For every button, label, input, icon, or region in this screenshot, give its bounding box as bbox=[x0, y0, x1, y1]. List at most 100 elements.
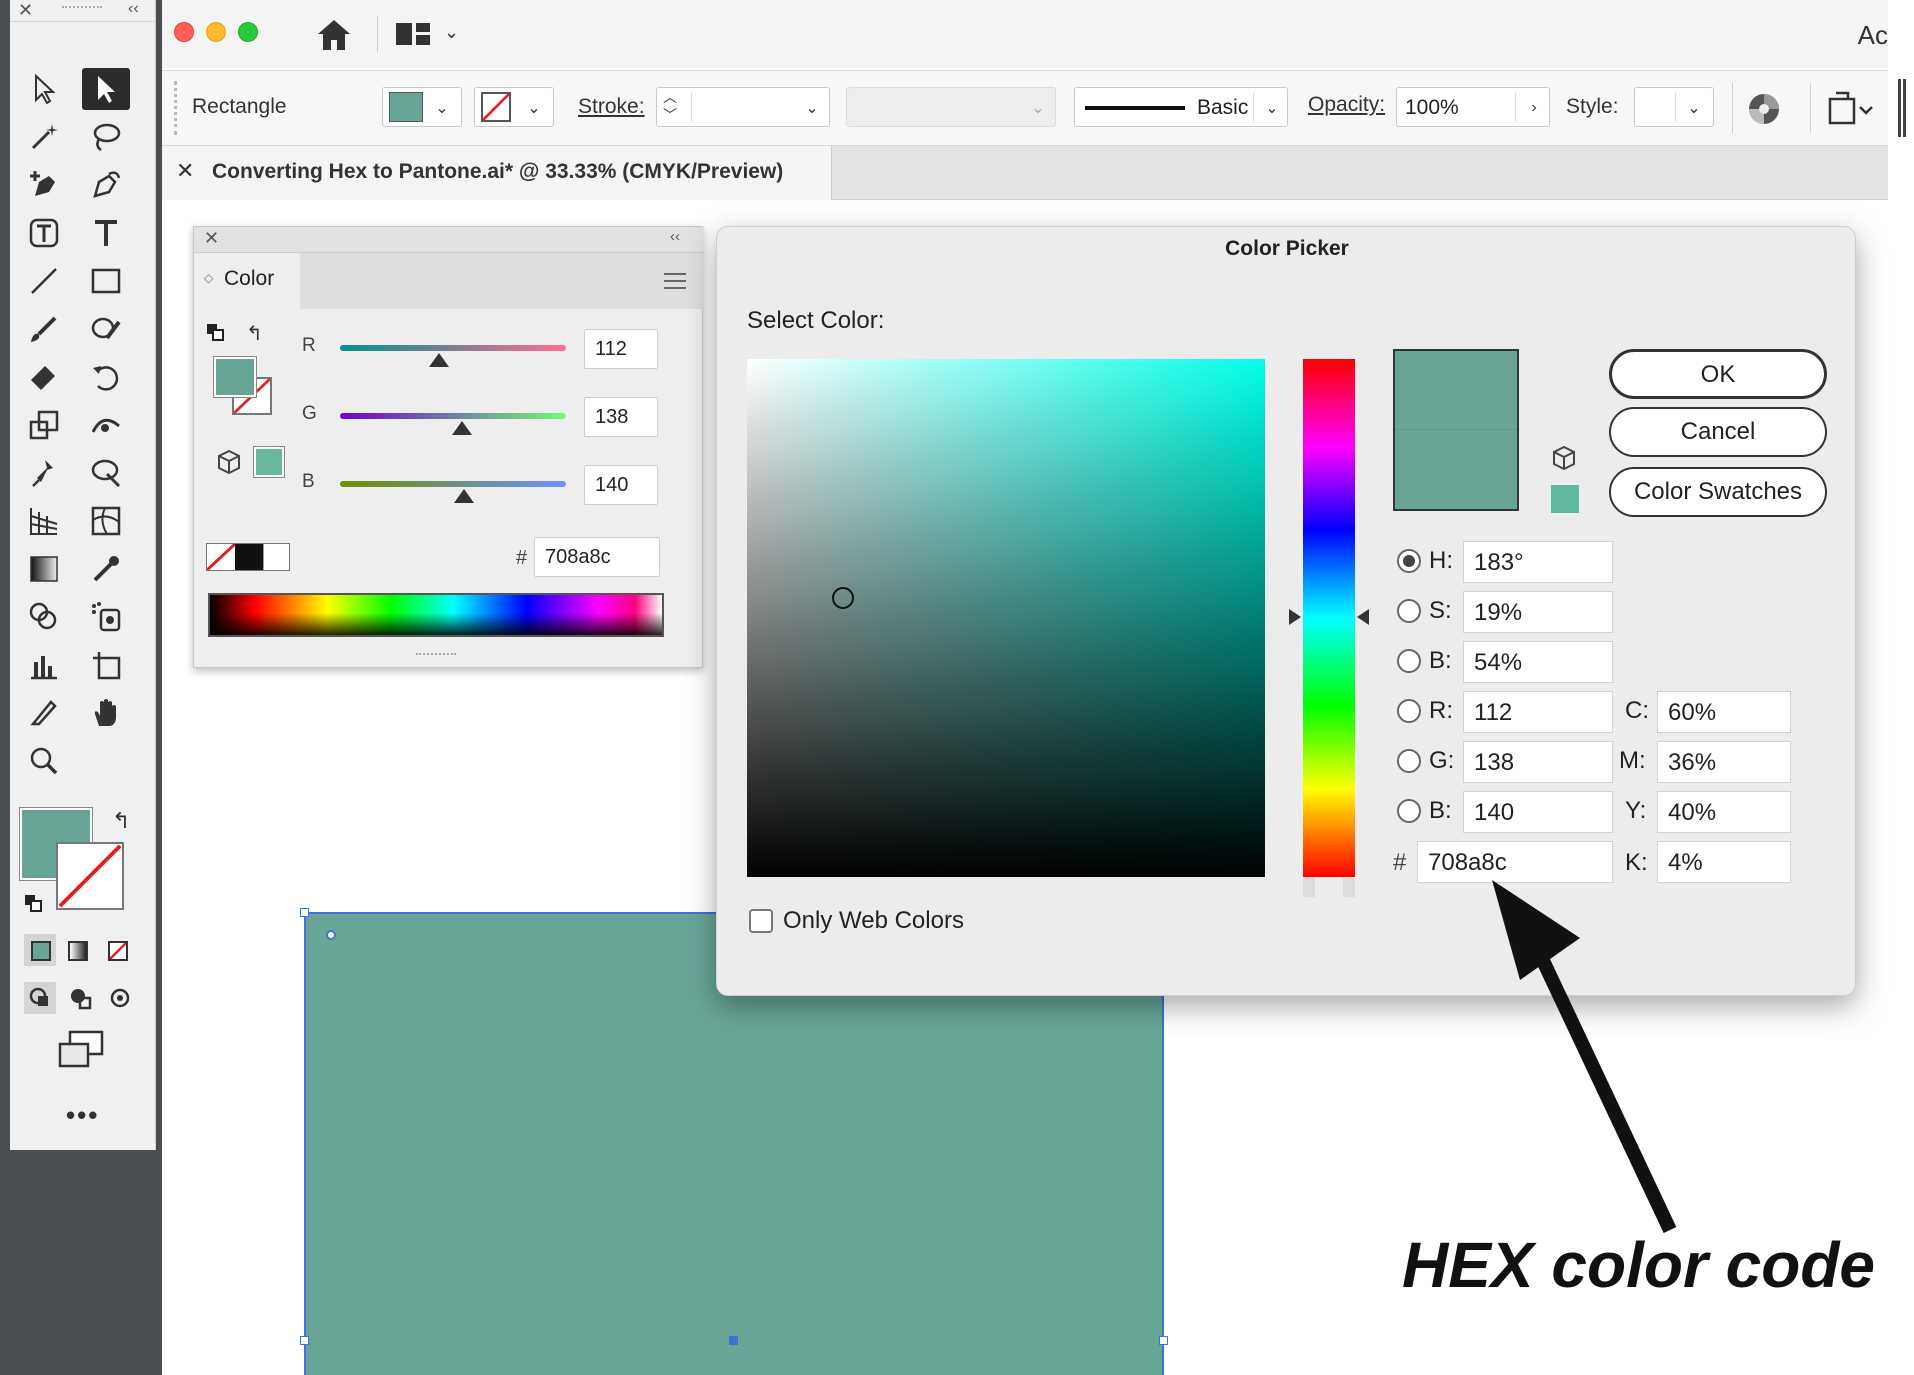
draw-inside-icon[interactable] bbox=[104, 982, 136, 1014]
r-radio[interactable] bbox=[1397, 699, 1421, 723]
blue-field[interactable]: 140 bbox=[1463, 791, 1613, 833]
hand-tool-icon[interactable] bbox=[82, 692, 130, 734]
hue-right-arrow-icon[interactable] bbox=[1357, 609, 1369, 625]
grip-icon[interactable] bbox=[62, 6, 102, 14]
close-tab-icon[interactable]: ✕ bbox=[176, 158, 194, 184]
brightness-radio[interactable] bbox=[1397, 649, 1421, 673]
web-safe-swatch[interactable] bbox=[253, 446, 285, 478]
paintbrush-tool-icon[interactable] bbox=[20, 308, 68, 350]
out-of-gamut-cube-icon[interactable] bbox=[1551, 445, 1577, 471]
cancel-button[interactable]: Cancel bbox=[1609, 407, 1827, 457]
black-swatch[interactable] bbox=[235, 544, 263, 570]
b-slider-thumb[interactable] bbox=[454, 489, 475, 503]
curvature-tool-icon[interactable] bbox=[82, 164, 130, 206]
opacity-field[interactable]: 100% › bbox=[1396, 87, 1550, 127]
r-value-field[interactable]: 112 bbox=[584, 329, 658, 369]
web-safe-color-swatch[interactable] bbox=[1551, 485, 1579, 513]
screen-mode-icon[interactable] bbox=[58, 1030, 104, 1070]
none-mode-icon[interactable] bbox=[108, 941, 128, 961]
g-radio[interactable] bbox=[1397, 749, 1421, 773]
document-tab[interactable]: ✕ Converting Hex to Pantone.ai* @ 33.33%… bbox=[162, 146, 832, 200]
y-field[interactable]: 40% bbox=[1657, 791, 1791, 833]
recolor-artwork-icon[interactable] bbox=[1746, 91, 1782, 127]
g-slider-track[interactable] bbox=[340, 413, 566, 419]
corner-widget[interactable] bbox=[326, 930, 336, 940]
selection-tool-icon[interactable] bbox=[82, 68, 130, 110]
symbol-sprayer-tool-icon[interactable] bbox=[82, 596, 130, 638]
ok-button[interactable]: OK bbox=[1609, 349, 1827, 399]
c-field[interactable]: 60% bbox=[1657, 691, 1791, 733]
brightness-field[interactable]: 54% bbox=[1463, 641, 1613, 683]
handle-bottom-center[interactable] bbox=[729, 1336, 738, 1345]
default-fill-stroke-icon[interactable] bbox=[24, 894, 42, 912]
stroke-label[interactable]: Stroke: bbox=[578, 95, 645, 119]
graphic-style-dropdown[interactable]: ⌄ bbox=[1634, 87, 1714, 127]
free-transform-tool-icon[interactable] bbox=[82, 452, 130, 494]
rotate-tool-icon[interactable] bbox=[82, 356, 130, 398]
out-of-gamut-cube-icon[interactable] bbox=[216, 449, 242, 475]
handle-top-left[interactable] bbox=[300, 908, 309, 917]
r-slider-track[interactable] bbox=[340, 345, 566, 351]
lasso-tool-icon[interactable] bbox=[82, 116, 130, 158]
r-field[interactable]: 112 bbox=[1463, 691, 1613, 733]
color-spectrum[interactable] bbox=[208, 593, 664, 637]
chevron-down-icon[interactable]: ⌄ bbox=[444, 22, 459, 43]
swap-fill-stroke-icon[interactable]: ↰ bbox=[246, 321, 263, 346]
g-field[interactable]: 138 bbox=[1463, 741, 1613, 783]
align-transform-icon[interactable] bbox=[1826, 89, 1878, 129]
handle-bottom-right[interactable] bbox=[1159, 1336, 1168, 1345]
slice-tool-icon[interactable] bbox=[20, 692, 68, 734]
stroke-swatch[interactable] bbox=[56, 842, 124, 910]
only-web-colors-checkbox[interactable] bbox=[749, 909, 773, 933]
width-tool-icon[interactable] bbox=[82, 404, 130, 446]
more-tools-icon[interactable]: ••• bbox=[66, 1100, 99, 1131]
gradient-mode-icon[interactable] bbox=[68, 941, 88, 961]
g-value-field[interactable]: 138 bbox=[584, 397, 658, 437]
tab-color[interactable]: ◇ Color bbox=[194, 253, 300, 309]
draw-behind-icon[interactable] bbox=[64, 982, 96, 1014]
none-swatch[interactable] bbox=[205, 542, 237, 572]
color-mode-button[interactable] bbox=[24, 934, 56, 966]
collapse-icon[interactable]: ‹‹ bbox=[670, 228, 680, 245]
variable-width-profile-dropdown[interactable]: ⌄ bbox=[846, 87, 1056, 127]
area-type-tool-icon[interactable] bbox=[20, 212, 68, 254]
close-icon[interactable]: ✕ bbox=[204, 228, 219, 249]
h-field[interactable]: 183° bbox=[1463, 541, 1613, 583]
type-tool-icon[interactable] bbox=[82, 212, 130, 254]
shape-builder-tool-icon[interactable] bbox=[20, 596, 68, 638]
blue-radio[interactable] bbox=[1397, 799, 1421, 823]
eyedropper-tool-icon[interactable] bbox=[82, 548, 130, 590]
hue-left-arrow-icon[interactable] bbox=[1289, 609, 1301, 625]
opacity-label[interactable]: Opacity: bbox=[1308, 93, 1385, 117]
default-fill-stroke-icon[interactable] bbox=[206, 323, 224, 341]
fill-color-dropdown[interactable]: ⌄ bbox=[382, 87, 462, 127]
zoom-tool-icon[interactable] bbox=[20, 740, 68, 782]
puppet-warp-tool-icon[interactable] bbox=[20, 452, 68, 494]
stepper-icon[interactable]: ︿ ﹀ bbox=[663, 88, 677, 124]
column-graph-tool-icon[interactable] bbox=[20, 644, 68, 686]
workspace-layout-icon[interactable] bbox=[394, 20, 434, 48]
shaper-tool-icon[interactable] bbox=[82, 308, 130, 350]
mesh-tool-icon[interactable] bbox=[82, 500, 130, 542]
color-selector-ring[interactable] bbox=[832, 587, 854, 609]
panel-hex-field[interactable]: 708a8c bbox=[534, 537, 660, 577]
r-slider-thumb[interactable] bbox=[429, 353, 450, 367]
stroke-color-dropdown[interactable]: ⌄ bbox=[474, 87, 554, 127]
hue-slider[interactable] bbox=[1303, 359, 1355, 877]
home-icon[interactable] bbox=[314, 16, 354, 54]
magic-wand-tool-icon[interactable] bbox=[20, 116, 68, 158]
swap-fill-stroke-icon[interactable]: ↰ bbox=[112, 808, 130, 834]
m-field[interactable]: 36% bbox=[1657, 741, 1791, 783]
minimize-window-button[interactable] bbox=[206, 22, 226, 42]
brush-definition-dropdown[interactable]: Basic ⌄ bbox=[1074, 87, 1288, 127]
collapse-icon[interactable]: ‹‹ bbox=[128, 0, 139, 18]
s-field[interactable]: 19% bbox=[1463, 591, 1613, 633]
rectangle-tool-icon[interactable] bbox=[82, 260, 130, 302]
close-icon[interactable]: ✕ bbox=[18, 0, 33, 21]
resize-grip-icon[interactable] bbox=[416, 653, 456, 661]
chevron-right-icon[interactable]: › bbox=[1519, 88, 1549, 128]
maximize-window-button[interactable] bbox=[238, 22, 258, 42]
perspective-grid-tool-icon[interactable] bbox=[20, 500, 68, 542]
panel-menu-icon[interactable] bbox=[664, 273, 686, 289]
s-radio[interactable] bbox=[1397, 599, 1421, 623]
